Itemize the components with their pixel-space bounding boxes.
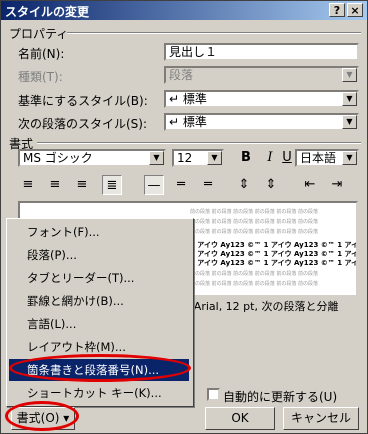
next-style-label: 次の段落のスタイル(S): <box>18 117 148 131</box>
decrease-indent-icon[interactable]: ⇤ <box>300 175 320 195</box>
underline-button[interactable]: U <box>277 148 297 168</box>
align-justify-icon[interactable]: ≣ <box>102 175 122 195</box>
chevron-down-icon: ▼ <box>342 68 357 82</box>
style-modify-dialog: スタイルの変更 ? × プロパティ 名前(N): 見出し１ 種類(T): 段落 … <box>0 0 368 434</box>
base-style-label: 基準にするスタイル(B): <box>18 94 148 108</box>
title-bar: スタイルの変更 ? × <box>1 1 367 20</box>
spacing-before-icon[interactable]: ⇕ <box>234 175 254 195</box>
base-style-select[interactable]: ↵ 標準 ▼ <box>164 90 359 108</box>
ok-button[interactable]: OK <box>205 407 275 430</box>
spacing-after-icon[interactable]: ⇕ <box>261 175 281 195</box>
preview-prev-text: 前の段落 前の段落 前の段落 前の段落 前の段落 前の段落 <box>190 219 318 225</box>
next-style-select[interactable]: ↵ 標準 ▼ <box>164 113 359 131</box>
menu-item-bullets-numbering[interactable]: 箇条書きと段落番号(N)... <box>9 359 189 381</box>
preview-prev-text: 前の段落 前の段落 前の段落 前の段落 前の段落 前の段落 <box>190 209 318 215</box>
preview-next-text: 前の段落 前の段落 前の段落 前の段落 前の段落 前の段落 <box>190 281 318 287</box>
menu-item-paragraph[interactable]: 段落(P)... <box>9 244 189 266</box>
type-label: 種類(T): <box>18 70 63 84</box>
line-spacing-double-icon[interactable]: ═ <box>198 175 218 195</box>
next-style-value: ↵ 標準 <box>169 115 207 129</box>
font-select[interactable]: MS ゴシック ▼ <box>18 149 166 167</box>
type-value: 段落 <box>169 68 194 82</box>
properties-divider <box>67 32 361 34</box>
auto-update-label: 自動的に更新する(U) <box>223 390 338 404</box>
chevron-down-icon[interactable]: ▼ <box>342 115 357 129</box>
name-input[interactable]: 見出し１ <box>164 43 359 61</box>
line-spacing-onehalf-icon[interactable]: ═ <box>171 175 191 195</box>
preview-prev-text: 前の段落 前の段落 前の段落 前の段落 前の段落 前の段落 <box>190 229 318 235</box>
menu-item-frame[interactable]: レイアウト枠(M)... <box>9 336 189 358</box>
name-label: 名前(N): <box>18 47 65 61</box>
help-button[interactable]: ? <box>329 3 345 17</box>
increase-indent-icon[interactable]: ⇥ <box>327 175 347 195</box>
window-title: スタイルの変更 <box>5 5 90 19</box>
menu-item-borders[interactable]: 罫線と網かけ(B)... <box>9 290 189 312</box>
align-center-icon[interactable]: ≡ <box>45 175 65 195</box>
size-value: 12 <box>177 151 193 165</box>
menu-item-font[interactable]: フォント(F)... <box>9 221 189 243</box>
properties-header: プロパティ <box>9 27 69 41</box>
chevron-down-icon[interactable]: ▼ <box>342 151 357 165</box>
font-value: MS ゴシック <box>23 151 93 165</box>
align-left-icon[interactable]: ≡ <box>18 175 38 195</box>
cancel-button[interactable]: キャンセル <box>283 407 359 430</box>
format-divider <box>37 142 361 144</box>
line-spacing-single-icon[interactable]: — <box>144 175 164 195</box>
language-select[interactable]: 日本語 ▼ <box>295 149 359 167</box>
format-menu: フォント(F)... 段落(P)... タブとリーダー(T)... 罫線と網かけ… <box>6 218 194 407</box>
preview-next-text: 前の段落 前の段落 前の段落 前の段落 前の段落 前の段落 <box>190 271 318 277</box>
chevron-down-icon[interactable]: ▼ <box>149 151 164 165</box>
menu-item-shortcut-key[interactable]: ショートカット キー(K)... <box>9 382 189 404</box>
close-button[interactable]: × <box>347 3 363 17</box>
style-description: 英) Arial, 12 pt, 次の段落と分離 <box>175 300 339 313</box>
align-right-icon[interactable]: ≡ <box>72 175 92 195</box>
menu-item-tabs[interactable]: タブとリーダー(T)... <box>9 267 189 289</box>
type-select: 段落 ▼ <box>164 66 359 84</box>
bold-button[interactable]: B <box>236 148 256 168</box>
chevron-down-icon[interactable]: ▼ <box>207 151 222 165</box>
menu-item-language[interactable]: 言語(L)... <box>9 313 189 335</box>
base-style-value: ↵ 標準 <box>169 92 207 106</box>
format-dropdown-button[interactable]: 書式(O) ▾ <box>11 407 75 430</box>
auto-update-checkbox[interactable] <box>207 388 220 401</box>
chevron-down-icon[interactable]: ▼ <box>342 92 357 106</box>
preview-sample-text: 1 アイウ Ay123 ©™ 1 アイウ Ay123 ©™ 1 アイウ <box>190 259 358 267</box>
language-value: 日本語 <box>300 151 337 165</box>
size-select[interactable]: 12 ▼ <box>172 149 224 167</box>
